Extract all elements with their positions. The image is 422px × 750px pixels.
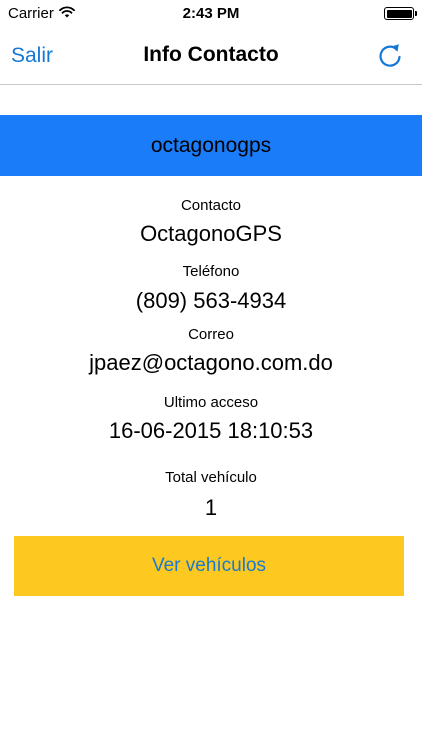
ver-vehiculos-button[interactable]: Ver vehículos xyxy=(14,536,404,596)
battery-nub xyxy=(414,11,417,16)
total-vehiculo-label: Total vehículo xyxy=(165,469,257,486)
battery-icon xyxy=(384,7,417,20)
battery-fill xyxy=(386,9,412,18)
page-title: Info Contacto xyxy=(143,43,279,66)
correo-label: Correo xyxy=(188,326,234,343)
contacto-label: Contacto xyxy=(180,197,242,214)
contact-name-banner: octagonogps xyxy=(0,115,422,176)
refresh-icon[interactable] xyxy=(375,41,405,71)
navigation-bar: Salir Info Contacto xyxy=(0,28,422,85)
status-bar: Carrier 2:43 PM xyxy=(0,0,422,28)
ultimo-acceso-value: 16-06-2015 18:10:53 xyxy=(108,418,314,443)
ultimo-acceso-label: Ultimo acceso xyxy=(163,394,259,411)
contacto-value: OctagonoGPS xyxy=(140,221,282,246)
telefono-label: Teléfono xyxy=(182,263,240,280)
telefono-value: (809) 563-4934 xyxy=(135,288,287,313)
status-time: 2:43 PM xyxy=(182,5,240,22)
correo-value: jpaez@octagono.com.do xyxy=(89,350,333,375)
total-vehiculo-value: 1 xyxy=(204,495,218,520)
